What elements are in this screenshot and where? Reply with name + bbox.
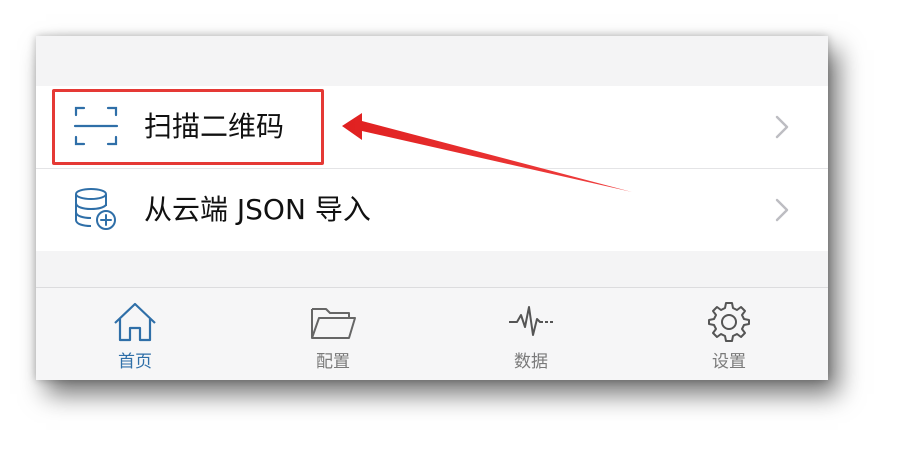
tab-data[interactable]: 数据 xyxy=(432,288,630,380)
tab-config[interactable]: 配置 xyxy=(234,288,432,380)
home-icon xyxy=(114,302,156,342)
tab-label: 首页 xyxy=(118,352,152,372)
tab-bar: 首页 配置 数据 设置 xyxy=(36,287,828,380)
database-add-icon xyxy=(75,188,116,230)
waveform-icon xyxy=(509,306,553,336)
app-screen: 扫描二维码 从云端 JSON 导入 首页 配置 数据 设置 xyxy=(36,36,828,380)
gear-icon xyxy=(708,302,750,342)
menu-item-import-cloud-json[interactable]: 从云端 JSON 导入 xyxy=(36,169,828,251)
chevron-right-icon xyxy=(775,115,789,139)
tab-home[interactable]: 首页 xyxy=(36,288,234,380)
tab-label: 设置 xyxy=(712,352,746,372)
menu-item-label: 从云端 JSON 导入 xyxy=(144,193,371,226)
folder-icon xyxy=(311,308,356,339)
highlight-box xyxy=(52,89,324,165)
tab-label: 配置 xyxy=(316,352,350,372)
tab-settings[interactable]: 设置 xyxy=(630,288,828,380)
chevron-right-icon xyxy=(775,198,789,222)
tab-label: 数据 xyxy=(514,352,548,372)
